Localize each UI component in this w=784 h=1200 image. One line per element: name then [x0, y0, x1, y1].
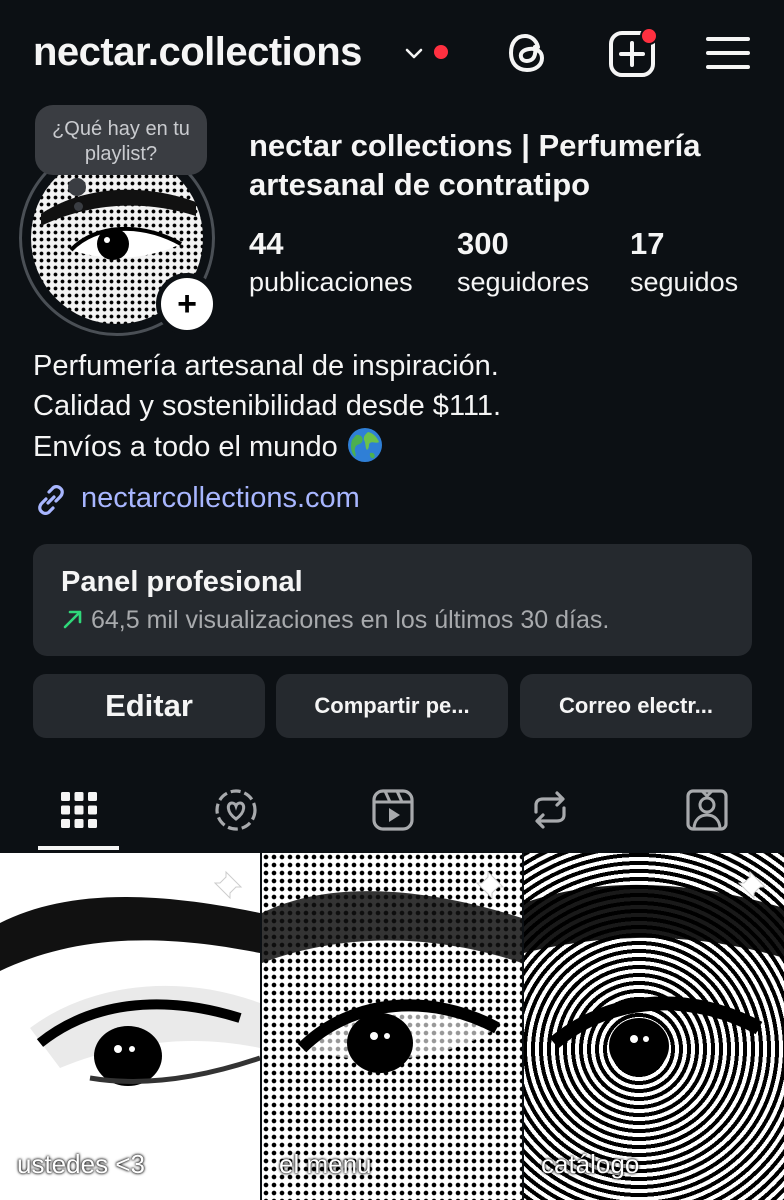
- edit-profile-button[interactable]: Editar: [33, 674, 265, 738]
- email-button[interactable]: Correo electr...: [520, 674, 752, 738]
- post-caption: ustedes <3: [17, 1149, 145, 1179]
- post-caption: catálogo: [541, 1149, 640, 1179]
- post-caption: el menu: [279, 1149, 372, 1179]
- grid-post[interactable]: ustedes <3: [0, 853, 260, 1200]
- top-bar: nectar.collections: [0, 0, 784, 108]
- hamburger-menu-icon[interactable]: [706, 34, 750, 72]
- trend-up-arrow-icon: [63, 610, 82, 629]
- pin-icon: [476, 870, 505, 899]
- pin-icon: [214, 870, 243, 899]
- reels-icon: [371, 789, 414, 831]
- tab-collabs[interactable]: [157, 770, 314, 850]
- stat-following-label: seguidos: [630, 267, 739, 297]
- plus-icon: +: [177, 285, 197, 323]
- stat-following[interactable]: 17 seguidos: [630, 226, 738, 300]
- collab-heart-icon: [214, 789, 257, 831]
- profile-bio: Perfumería artesanal de inspiración. Cal…: [33, 346, 753, 467]
- profile-full-name: nectar collections | Perfumería artesana…: [249, 128, 701, 202]
- grid-post[interactable]: el menu: [262, 853, 522, 1200]
- post-image-eye: [0, 896, 260, 1086]
- share-profile-button[interactable]: Compartir pe...: [276, 674, 508, 738]
- tab-reels[interactable]: [314, 770, 471, 850]
- profile-link-text[interactable]: nectarcollections.com: [81, 478, 360, 518]
- professional-dashboard-card[interactable]: Panel profesional 64,5 mil visualizacion…: [33, 544, 752, 656]
- create-notification-dot: [640, 27, 658, 45]
- add-story-button[interactable]: +: [156, 273, 218, 335]
- tab-posts-grid[interactable]: [0, 770, 157, 850]
- active-tab-indicator: [38, 846, 119, 850]
- stat-posts-value: 44: [249, 226, 284, 261]
- bio-line-2: Calidad y sostenibilidad desde $111.: [33, 390, 502, 422]
- profile-note-bubble[interactable]: ¿Qué hay en tu playlist?: [35, 105, 207, 175]
- stat-posts-label: publicaciones: [249, 267, 413, 297]
- tab-reposts[interactable]: [471, 770, 628, 850]
- note-bubble-tail: [68, 178, 86, 196]
- posts-grid: ustedes <3 el menu catálogo: [0, 853, 784, 1200]
- stat-followers[interactable]: 300 seguidores: [457, 226, 589, 300]
- globe-emoji-icon: [347, 428, 382, 462]
- stat-followers-value: 300: [457, 226, 509, 261]
- panel-title: Panel profesional: [61, 566, 303, 598]
- stat-posts[interactable]: 44 publicaciones: [249, 226, 413, 300]
- tab-tagged[interactable]: [628, 770, 784, 850]
- link-icon: [38, 485, 64, 515]
- grid-icon: [60, 792, 97, 828]
- threads-icon[interactable]: [505, 30, 551, 76]
- notification-dot: [434, 45, 448, 59]
- panel-subtitle-text: 64,5 mil visualizaciones en los últimos …: [91, 606, 610, 634]
- bio-line-3: Envíos a todo el mundo: [33, 426, 753, 467]
- pin-icon: [738, 870, 767, 899]
- panel-subtitle: 64,5 mil visualizaciones en los últimos …: [61, 606, 609, 635]
- tagged-user-icon: [685, 789, 728, 831]
- stat-followers-label: seguidores: [457, 267, 590, 297]
- grid-post[interactable]: catálogo: [524, 853, 784, 1200]
- note-bubble-tail-small: [74, 202, 83, 211]
- chevron-down-icon[interactable]: [402, 42, 426, 66]
- repost-icon: [533, 791, 566, 829]
- bio-line-3-text: Envíos a todo el mundo: [33, 431, 338, 463]
- bio-line-1: Perfumería artesanal de inspiración.: [33, 350, 499, 382]
- stat-following-value: 17: [630, 226, 665, 261]
- post-image-eye: [524, 884, 784, 1074]
- post-image-eye: [262, 891, 522, 1073]
- account-username[interactable]: nectar.collections: [33, 30, 362, 75]
- profile-tabs: [0, 770, 784, 850]
